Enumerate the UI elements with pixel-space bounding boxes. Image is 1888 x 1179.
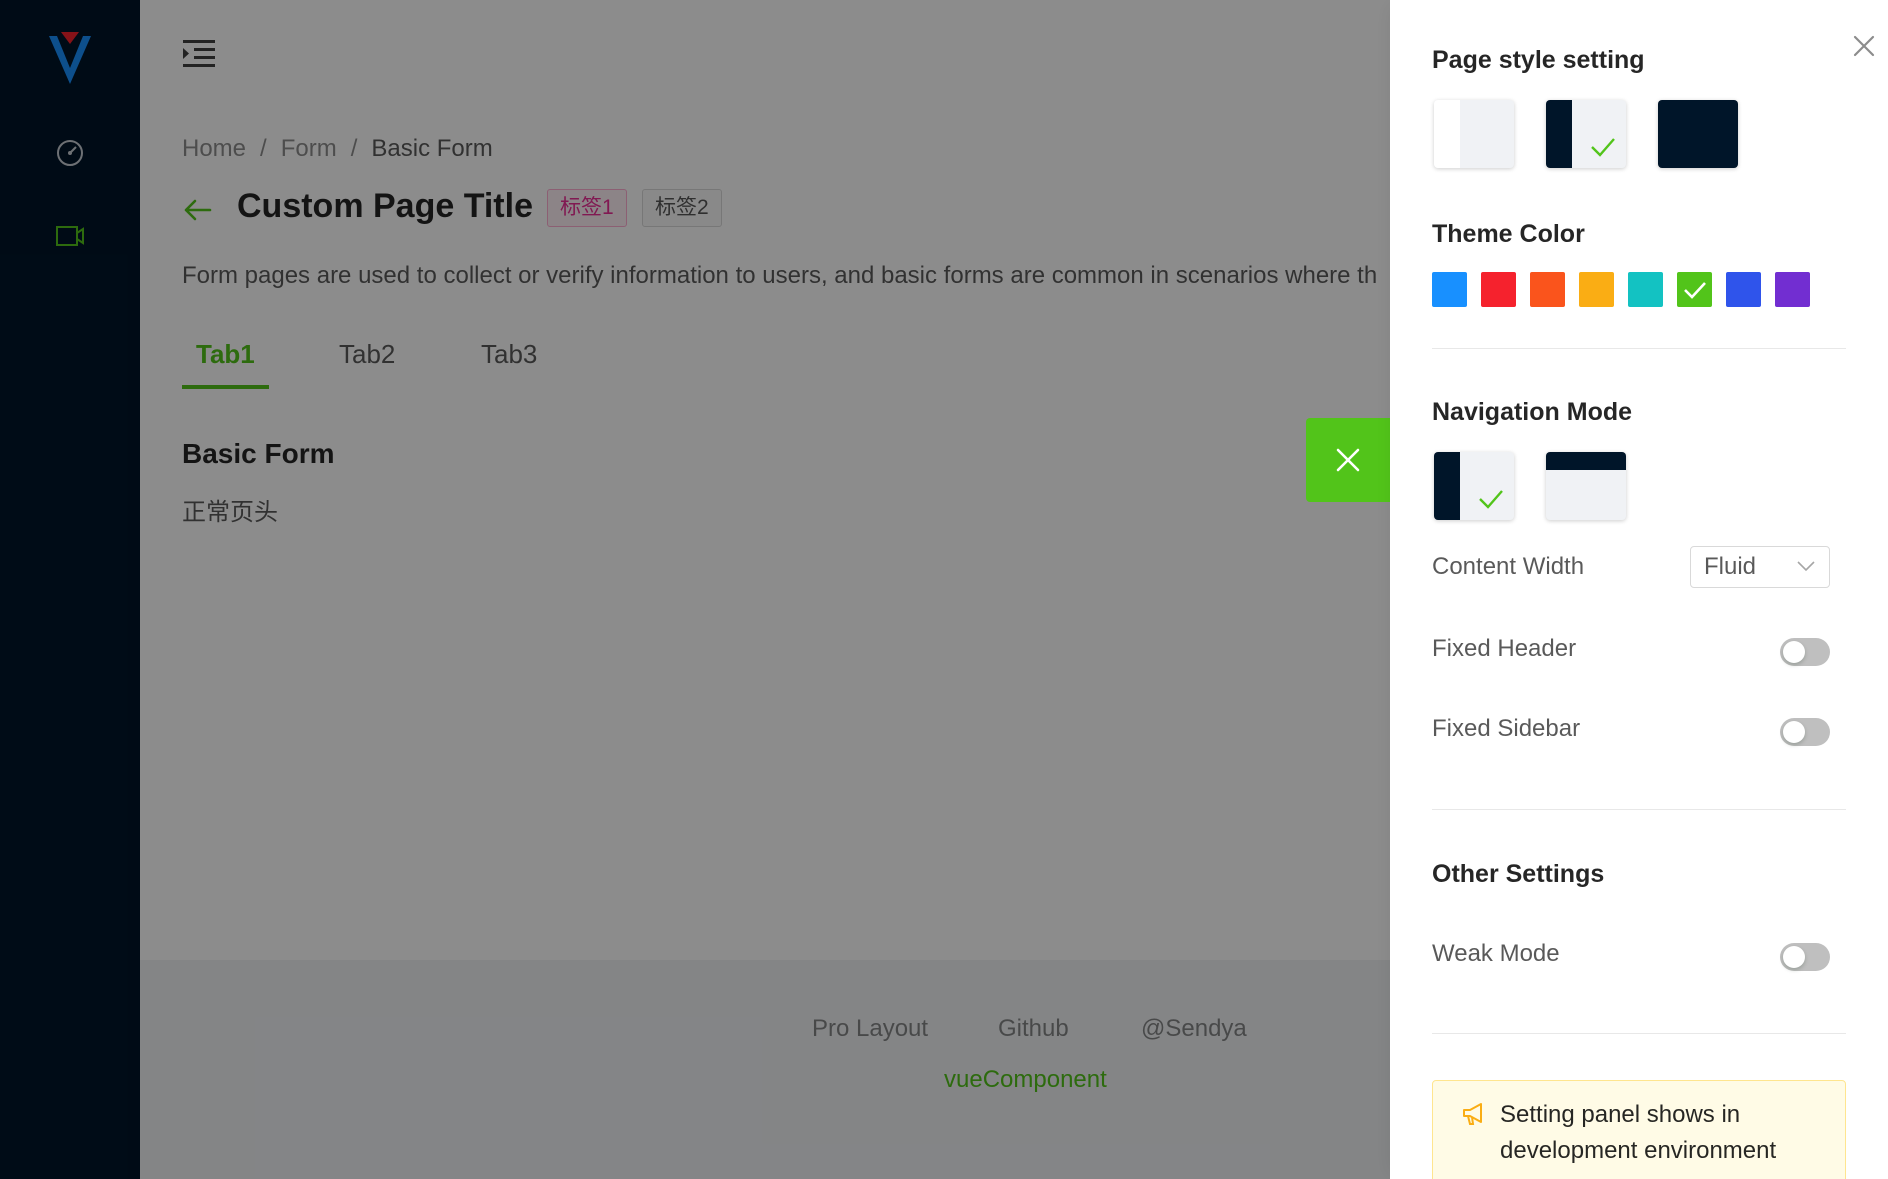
nav-mode-top-menu[interactable] — [1546, 452, 1626, 520]
theme-color-volcano[interactable] — [1530, 272, 1565, 307]
divider — [1432, 1033, 1846, 1034]
content-width-select[interactable]: Fluid — [1690, 546, 1830, 588]
settings-drawer: Page style setting Theme Color Navigatio… — [1390, 0, 1888, 1179]
theme-color-purple[interactable] — [1775, 272, 1810, 307]
check-icon — [1479, 490, 1503, 509]
divider — [1432, 348, 1846, 349]
weak-mode-label: Weak Mode — [1432, 940, 1560, 967]
check-icon — [1683, 281, 1706, 299]
dev-env-alert: Setting panel shows in development envir… — [1432, 1080, 1846, 1179]
nav-mode-side-menu[interactable] — [1434, 452, 1514, 520]
page-style-light[interactable] — [1434, 100, 1514, 168]
theme-color-sunset[interactable] — [1579, 272, 1614, 307]
close-icon — [1336, 448, 1360, 472]
check-icon — [1591, 138, 1615, 157]
page-style-dark-sider[interactable] — [1546, 100, 1626, 168]
fixed-sidebar-label: Fixed Sidebar — [1432, 715, 1581, 742]
theme-color-daybreak[interactable] — [1432, 272, 1467, 307]
notification-icon — [1463, 1103, 1482, 1125]
page-style-title: Page style setting — [1432, 46, 1645, 74]
theme-color-dust[interactable] — [1481, 272, 1516, 307]
chevron-down-icon — [1797, 561, 1815, 572]
page-style-dark[interactable] — [1658, 100, 1738, 168]
theme-color-geekblue[interactable] — [1726, 272, 1761, 307]
theme-color-green[interactable] — [1677, 272, 1712, 307]
content-width-value: Fluid — [1704, 553, 1757, 580]
navigation-mode-title: Navigation Mode — [1432, 398, 1633, 426]
fixed-header-label: Fixed Header — [1432, 635, 1577, 662]
alert-message: Setting panel shows in development envir… — [1500, 1101, 1777, 1164]
close-icon[interactable] — [1852, 34, 1876, 58]
fixed-sidebar-switch[interactable] — [1780, 718, 1830, 746]
other-settings-title: Other Settings — [1432, 860, 1605, 888]
theme-color-title: Theme Color — [1432, 220, 1585, 248]
weak-mode-switch[interactable] — [1780, 943, 1830, 971]
content-width-label: Content Width — [1432, 553, 1585, 580]
fixed-header-switch[interactable] — [1780, 638, 1830, 666]
theme-color-cyan[interactable] — [1628, 272, 1663, 307]
drawer-toggle-button[interactable] — [1306, 418, 1390, 502]
divider — [1432, 809, 1846, 810]
